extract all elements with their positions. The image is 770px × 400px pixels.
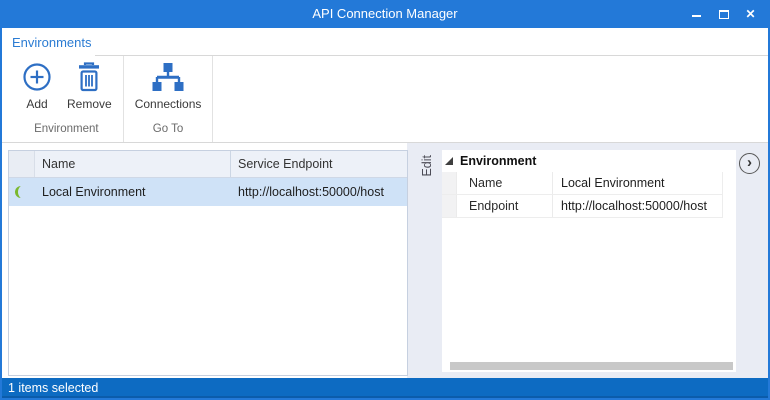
expand-panel-button[interactable]: › <box>739 153 760 174</box>
column-header-service-endpoint[interactable]: Service Endpoint <box>231 151 407 177</box>
current-row-indicator-icon <box>18 184 34 200</box>
property-row-gutter <box>442 172 457 194</box>
title-bar: API Connection Manager ✕ <box>0 0 770 28</box>
ribbon-group-label-goto: Go To <box>128 121 209 142</box>
property-row-endpoint: Endpoint http://localhost:50000/host <box>442 195 723 218</box>
property-row-gutter <box>442 195 457 217</box>
close-button[interactable]: ✕ <box>737 0 764 28</box>
grid-header-row: Name Service Endpoint <box>9 151 407 178</box>
window-title: API Connection Manager <box>0 0 770 28</box>
property-row-name: Name Local Environment <box>442 172 723 195</box>
property-label-endpoint: Endpoint <box>457 199 552 213</box>
remove-button-label: Remove <box>67 97 112 111</box>
property-label-name: Name <box>457 176 552 190</box>
ribbon-group-label-environment: Environment <box>14 121 119 142</box>
close-icon: ✕ <box>745 7 755 21</box>
ribbon-tab-strip: Environments <box>2 28 768 56</box>
edit-pane: Environment Name Local Environment Endpo… <box>442 150 736 372</box>
connections-button-label: Connections <box>135 97 202 111</box>
remove-button[interactable]: Remove <box>60 58 119 113</box>
expander-collapse-icon <box>445 157 453 165</box>
trash-icon <box>74 62 104 94</box>
connections-button[interactable]: Connections <box>128 58 209 113</box>
maximize-icon <box>719 10 729 19</box>
network-connections-icon <box>150 62 186 94</box>
window-controls: ✕ <box>683 0 764 28</box>
app-window: API Connection Manager ✕ Environments <box>0 0 770 400</box>
main-content: Name Service Endpoint Local Environment … <box>2 143 768 378</box>
ribbon-group-environment: Add Remove Environment <box>10 56 124 142</box>
property-group-title: Environment <box>460 154 536 168</box>
grid-row-local-environment[interactable]: Local Environment http://localhost:50000… <box>9 178 407 206</box>
grid-indicator-column-header <box>9 151 35 177</box>
add-button[interactable]: Add <box>14 58 60 113</box>
property-value-name[interactable]: Local Environment <box>552 172 722 194</box>
cell-service-endpoint: http://localhost:50000/host <box>231 185 407 199</box>
row-indicator-cell <box>9 178 35 206</box>
status-text: 1 items selected <box>8 381 98 395</box>
ribbon: Add Remove Environment <box>2 56 768 143</box>
tab-edit[interactable]: Edit <box>413 155 441 211</box>
chevron-right-icon: › <box>747 155 752 170</box>
tab-environments[interactable]: Environments <box>12 28 91 56</box>
minimize-icon <box>692 15 701 17</box>
maximize-button[interactable] <box>710 0 737 28</box>
property-grid: Environment Name Local Environment Endpo… <box>442 150 723 218</box>
minimize-button[interactable] <box>683 0 710 28</box>
property-value-endpoint[interactable]: http://localhost:50000/host <box>552 195 722 217</box>
tab-edit-label: Edit <box>420 155 434 177</box>
environments-grid: Name Service Endpoint Local Environment … <box>8 150 408 376</box>
add-circle-plus-icon <box>21 62 53 94</box>
property-group-header[interactable]: Environment <box>442 150 723 172</box>
status-bar: 1 items selected <box>0 378 770 398</box>
horizontal-scrollbar[interactable] <box>450 362 733 370</box>
column-header-name[interactable]: Name <box>35 151 231 177</box>
add-button-label: Add <box>26 97 47 111</box>
ribbon-group-goto: Connections Go To <box>124 56 214 142</box>
cell-name: Local Environment <box>35 185 231 199</box>
